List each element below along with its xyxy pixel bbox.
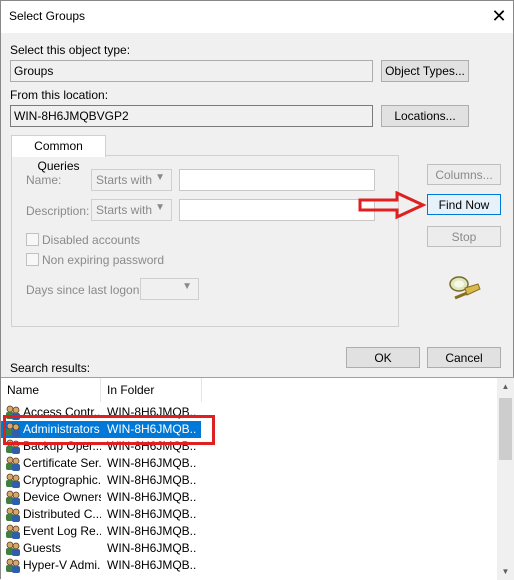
row-name: Guests [23, 541, 62, 555]
row-folder: WIN-8H6JMQB... [107, 507, 197, 521]
name-label: Name: [26, 173, 62, 187]
list-item[interactable]: Guests WIN-8H6JMQB... [1, 540, 201, 557]
locations-button[interactable]: Locations... [381, 105, 469, 127]
red-highlight-annotation [3, 415, 215, 445]
object-types-button[interactable]: Object Types... [381, 60, 469, 82]
vertical-scrollbar[interactable]: ▲ ▼ [497, 378, 514, 580]
row-name: Certificate Ser... [23, 456, 101, 470]
group-icon [6, 456, 20, 471]
find-now-button[interactable]: Find Now [427, 194, 501, 215]
ok-button[interactable]: OK [346, 347, 420, 368]
columns-button[interactable]: Columns... [427, 164, 501, 185]
select-groups-dialog: Select Groups ✕ Select this object type:… [0, 0, 514, 580]
object-type-field: Groups [10, 60, 373, 82]
scroll-down-icon[interactable]: ▼ [497, 563, 514, 580]
days-since-logon-dropdown[interactable]: ▼ [140, 278, 199, 300]
description-input[interactable] [179, 199, 375, 221]
search-results-label: Search results: [10, 361, 91, 375]
window-title: Select Groups [9, 9, 86, 23]
name-mode-dropdown[interactable]: Starts with ▼ [91, 169, 172, 191]
description-label: Description: [26, 204, 90, 218]
days-since-logon-label: Days since last logon: [26, 283, 143, 297]
disabled-accounts-label: Disabled accounts [42, 233, 141, 247]
row-folder: WIN-8H6JMQB... [107, 524, 197, 538]
list-item[interactable]: Event Log Re... WIN-8H6JMQB... [1, 523, 201, 540]
chevron-down-icon: ▼ [182, 281, 192, 292]
object-type-label: Select this object type: [10, 43, 131, 57]
tab-common-queries[interactable]: Common Queries [11, 135, 106, 173]
name-mode-value: Starts with [96, 173, 153, 187]
magnifier-search-icon [449, 276, 481, 300]
search-results-list[interactable]: Name In Folder Access Contr... WIN-8H6JMQ… [1, 377, 514, 580]
non-expiring-password-label: Non expiring password [42, 253, 165, 267]
row-folder: WIN-8H6JMQB... [107, 490, 197, 504]
row-folder: WIN-8H6JMQB... [107, 456, 197, 470]
list-item[interactable]: Distributed C... WIN-8H6JMQB... [1, 506, 201, 523]
group-icon [6, 490, 20, 505]
close-icon[interactable]: ✕ [488, 6, 510, 28]
list-item[interactable]: Certificate Ser... WIN-8H6JMQB... [1, 455, 201, 472]
row-name: Event Log Re... [23, 524, 101, 538]
row-name: Device Owners [23, 490, 101, 504]
group-icon [6, 541, 20, 556]
row-name: Hyper-V Admi... [23, 558, 101, 572]
stop-button[interactable]: Stop [427, 226, 501, 247]
disabled-accounts-checkbox[interactable] [26, 233, 39, 246]
non-expiring-password-checkbox[interactable] [26, 253, 39, 266]
scrollbar-thumb[interactable] [499, 398, 512, 460]
chevron-down-icon: ▼ [155, 202, 165, 213]
description-mode-value: Starts with [96, 203, 153, 217]
list-item[interactable]: Cryptographic... WIN-8H6JMQB... [1, 472, 201, 489]
cancel-button[interactable]: Cancel [427, 347, 501, 368]
group-icon [6, 558, 20, 573]
group-icon [6, 473, 20, 488]
description-mode-dropdown[interactable]: Starts with ▼ [91, 199, 172, 221]
row-folder: WIN-8H6JMQB... [107, 558, 197, 572]
row-name: Cryptographic... [23, 473, 101, 487]
group-icon [6, 507, 20, 522]
name-input[interactable] [179, 169, 375, 191]
column-header-in-folder[interactable]: In Folder [101, 378, 202, 402]
location-field: WIN-8H6JMQBVGP2 [10, 105, 373, 127]
group-icon [6, 524, 20, 539]
list-item[interactable]: Hyper-V Admi... WIN-8H6JMQB... [1, 557, 201, 574]
title-bar: Select Groups ✕ [1, 1, 513, 33]
row-name: Distributed C... [23, 507, 101, 521]
scroll-up-icon[interactable]: ▲ [497, 378, 514, 395]
red-arrow-annotation [358, 191, 427, 220]
column-header-name[interactable]: Name [1, 378, 101, 402]
row-folder: WIN-8H6JMQB... [107, 473, 197, 487]
row-folder: WIN-8H6JMQB... [107, 541, 197, 555]
list-item[interactable]: Device Owners WIN-8H6JMQB... [1, 489, 201, 506]
location-label: From this location: [10, 88, 109, 102]
chevron-down-icon: ▼ [155, 172, 165, 183]
